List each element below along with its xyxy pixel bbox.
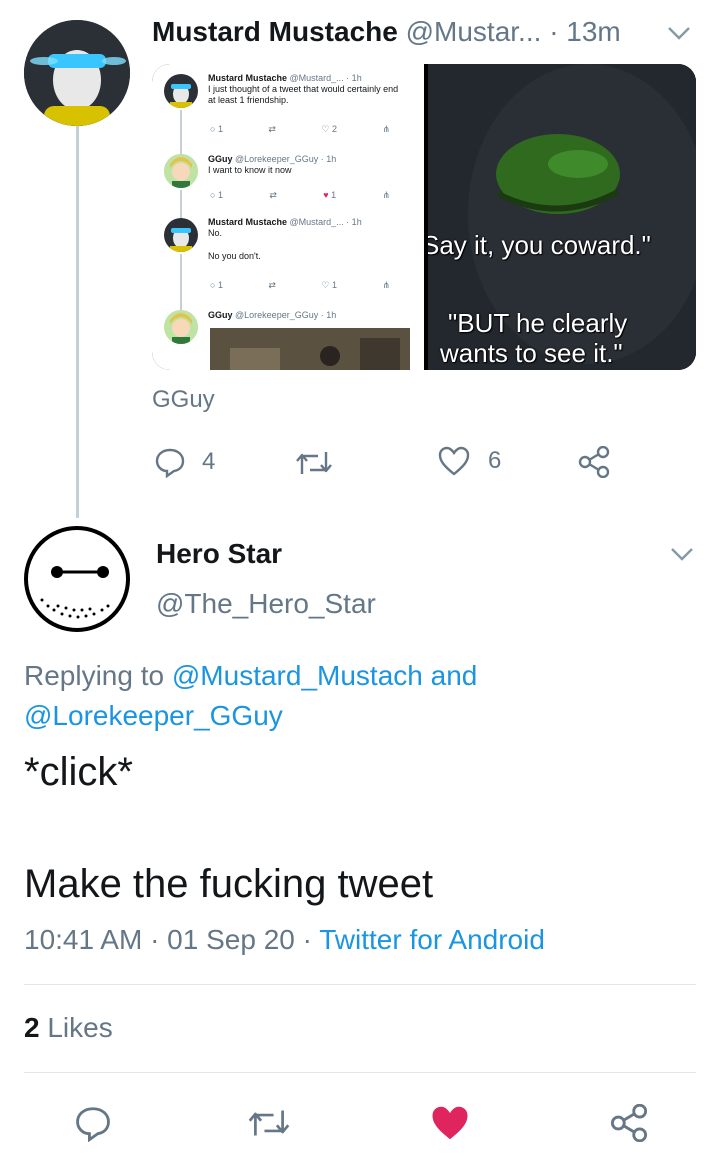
mention-link[interactable]: @Lorekeeper_GGuy bbox=[24, 700, 283, 731]
likes-count: 2 bbox=[24, 1012, 40, 1043]
share-button[interactable] bbox=[578, 446, 610, 478]
tweet-text-line: *click* bbox=[24, 750, 133, 794]
meme-caption-top: Say it, you coward." bbox=[428, 230, 651, 260]
reply-button[interactable]: 4 bbox=[154, 446, 215, 478]
chevron-down-icon[interactable] bbox=[668, 544, 696, 564]
reply-button[interactable] bbox=[74, 1104, 112, 1142]
media-meme[interactable]: Say it, you coward." "BUT he clearly wan… bbox=[428, 64, 696, 370]
tweet-meta: 10:41 AM · 01 Sep 20 · Twitter for Andro… bbox=[24, 922, 545, 958]
author-handle[interactable]: @The_Hero_Star bbox=[156, 588, 376, 620]
mini-tweet: GGuy @Lorekeeper_GGuy · 1h bbox=[208, 310, 337, 320]
divider bbox=[24, 1072, 696, 1073]
parent-tweet-header: Mustard Mustache @Mustar... · 13m bbox=[152, 14, 652, 50]
like-button[interactable]: 6 bbox=[438, 446, 501, 476]
author-handle[interactable]: @Mustar... bbox=[406, 16, 542, 47]
mini-actions: ○ 1 ⇄ ♥ 1 ⋔ bbox=[210, 190, 390, 200]
avatar[interactable] bbox=[24, 526, 130, 632]
replying-to: Replying to @Mustard_Mustach and @Loreke… bbox=[24, 660, 478, 731]
retweet-button[interactable] bbox=[246, 1106, 292, 1140]
reply-icon bbox=[76, 1107, 110, 1142]
tweet-text-line: Make the fucking tweet bbox=[24, 862, 434, 906]
mini-tweet: Mustard Mustache @Mustard_... · 1h I jus… bbox=[208, 73, 399, 105]
heart-icon bbox=[438, 446, 470, 476]
media-screenshot[interactable]: Mustard Mustache @Mustard_... · 1h I jus… bbox=[152, 64, 424, 370]
share-icon bbox=[610, 1104, 648, 1142]
like-button[interactable] bbox=[430, 1104, 470, 1142]
retweet-button[interactable] bbox=[294, 448, 334, 478]
meme-caption-bottom-2: wants to see it." bbox=[440, 338, 623, 368]
avatar[interactable] bbox=[24, 20, 130, 126]
mini-actions: ○ 1 ⇄ ♡ 2 ⋔ bbox=[210, 124, 390, 134]
heart-icon bbox=[432, 1106, 468, 1140]
timestamp: 10:41 AM · 01 Sep 20 · bbox=[24, 924, 312, 955]
share-button[interactable] bbox=[610, 1104, 648, 1142]
mini-tweet: Mustard Mustache @Mustard_... · 1h No. N… bbox=[208, 217, 362, 261]
chevron-down-icon[interactable] bbox=[666, 24, 692, 42]
author-name[interactable]: Mustard Mustache bbox=[152, 16, 398, 47]
reply-icon bbox=[155, 448, 185, 478]
mini-actions: ○ 1 ⇄ ♡ 1 ⋔ bbox=[210, 280, 390, 290]
share-icon bbox=[578, 446, 610, 478]
meme-caption-bottom-1: "BUT he clearly bbox=[448, 308, 628, 338]
retweet-icon bbox=[296, 452, 332, 474]
reply-count: 4 bbox=[202, 448, 216, 475]
author-name[interactable]: Hero Star bbox=[156, 538, 282, 570]
tweet-media[interactable]: Mustard Mustache @Mustard_... · 1h I jus… bbox=[152, 64, 696, 370]
likes-summary[interactable]: 2 Likes bbox=[24, 1012, 113, 1044]
avatar-image bbox=[24, 20, 130, 126]
mini-photo bbox=[210, 328, 410, 370]
divider bbox=[24, 984, 696, 985]
like-count: 6 bbox=[488, 447, 502, 474]
mention-link[interactable]: @Mustard_Mustach bbox=[172, 660, 423, 691]
thread-line bbox=[76, 126, 79, 518]
avatar-image bbox=[40, 566, 110, 619]
tweet-time: · 13m bbox=[549, 16, 621, 47]
source-link[interactable]: Twitter for Android bbox=[319, 924, 545, 955]
mini-tweet: GGuy @Lorekeeper_GGuy · 1h I want to kno… bbox=[208, 154, 337, 175]
retweet-icon bbox=[248, 1110, 290, 1136]
media-label: GGuy bbox=[152, 386, 215, 413]
likes-label: Likes bbox=[47, 1012, 113, 1043]
